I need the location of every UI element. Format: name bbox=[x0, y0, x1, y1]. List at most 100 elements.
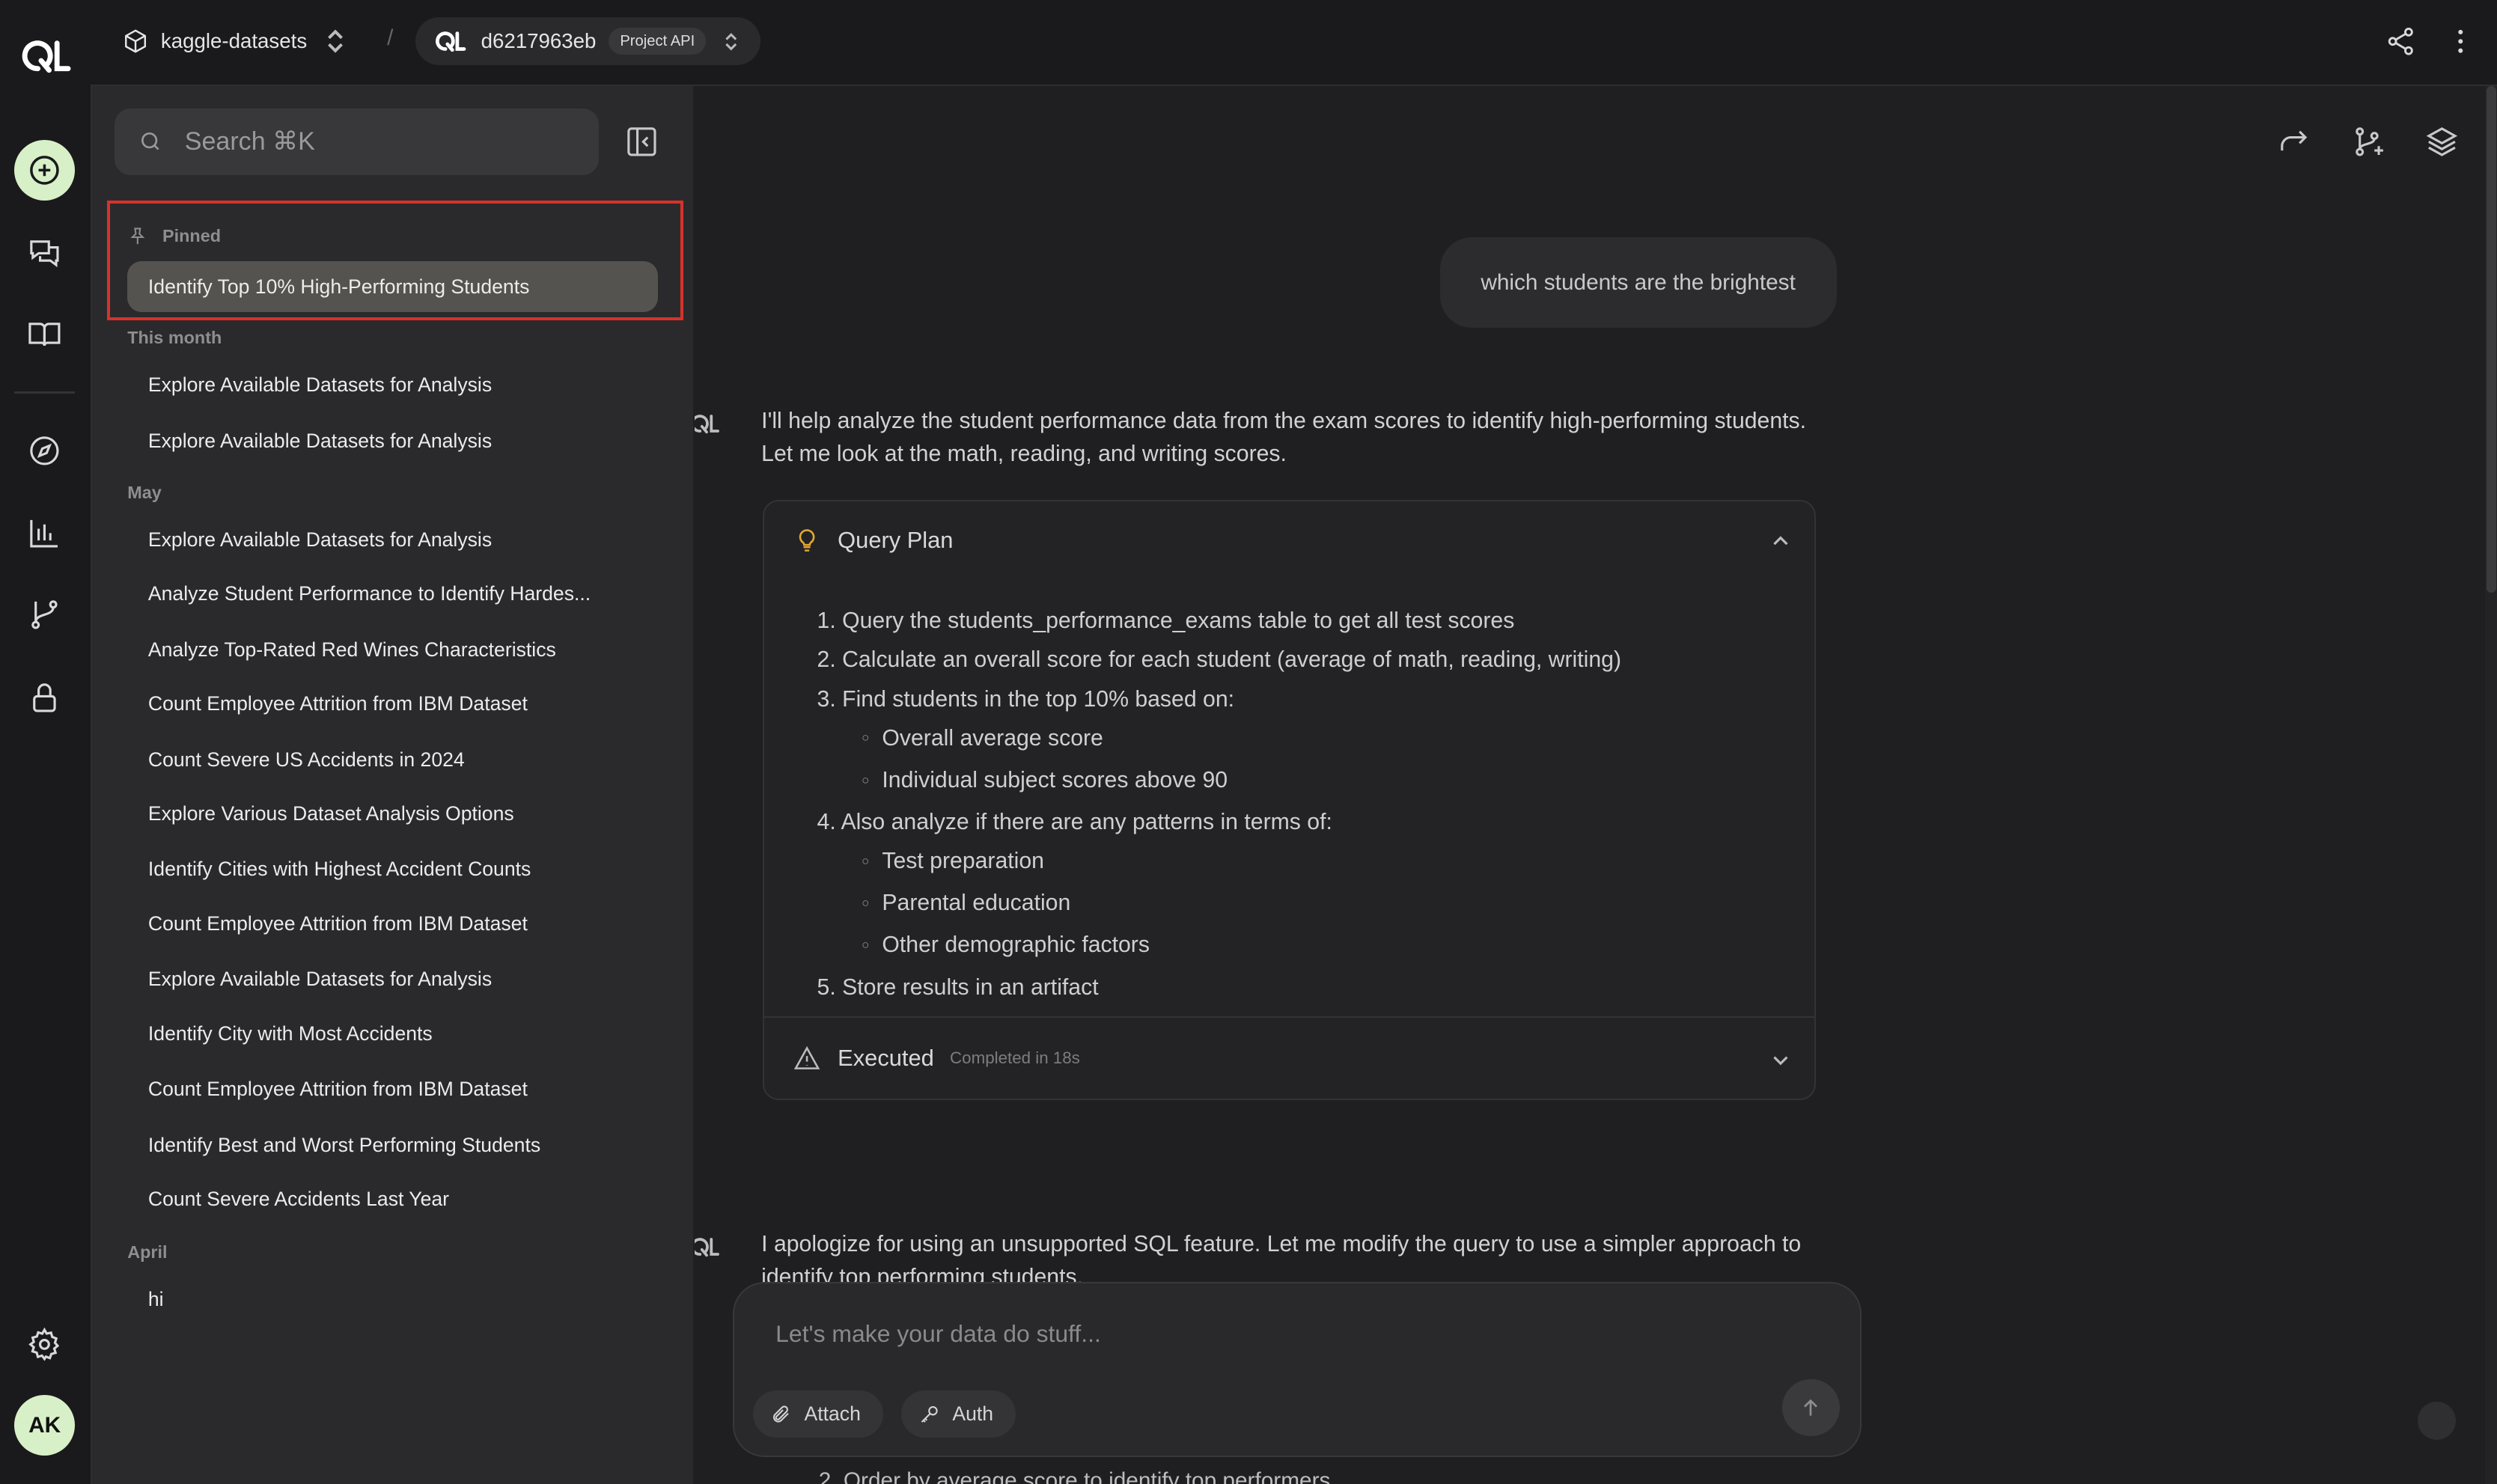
auth-button[interactable]: Auth bbox=[901, 1390, 1016, 1438]
pinned-section-label: Pinned bbox=[127, 226, 221, 247]
paperclip-icon bbox=[772, 1405, 789, 1423]
chat-item[interactable]: Analyze Student Performance to Identify … bbox=[127, 569, 658, 620]
lock-icon bbox=[33, 683, 56, 712]
search-input[interactable] bbox=[181, 125, 570, 158]
layers-icon bbox=[2426, 127, 2457, 156]
assistant-logo-icon bbox=[694, 1238, 720, 1257]
chevron-up-icon[interactable] bbox=[1769, 530, 1792, 552]
analytics-nav-button[interactable] bbox=[14, 503, 75, 564]
library-nav-button[interactable] bbox=[14, 304, 75, 364]
collapse-sidebar-icon[interactable] bbox=[624, 124, 659, 159]
redo-arrow-icon bbox=[2281, 130, 2308, 151]
chat-item[interactable]: Identify City with Most Accidents bbox=[127, 1008, 658, 1059]
key-icon bbox=[921, 1405, 938, 1423]
chat-bubbles-icon bbox=[30, 240, 59, 268]
plan-step: 5. Store results in an artifact bbox=[817, 974, 1099, 1000]
chat-item[interactable]: Count Severe Accidents Last Year bbox=[127, 1173, 658, 1224]
chat-item[interactable]: Count Employee Attrition from IBM Datase… bbox=[127, 898, 658, 949]
plan-step: 3. Find students in the top 10% based on… bbox=[817, 686, 1235, 712]
plan-substep: Test preparation bbox=[817, 842, 1621, 884]
chevron-down-icon[interactable] bbox=[1769, 1049, 1792, 1072]
user-message: which students are the brightest bbox=[1439, 237, 1837, 329]
project-name: d6217963eb bbox=[481, 29, 597, 53]
user-avatar[interactable]: AK bbox=[14, 1395, 75, 1456]
execution-duration: Completed in 18s bbox=[950, 1048, 1080, 1067]
search-icon bbox=[141, 132, 159, 150]
chat-scrollbar[interactable] bbox=[2484, 85, 2497, 1484]
settings-button[interactable] bbox=[14, 1314, 75, 1375]
query-plan-header[interactable]: Query Plan bbox=[793, 527, 953, 554]
plan-substep: Other demographic factors bbox=[817, 926, 1621, 968]
plan-step: 1. Query the students_performance_exams … bbox=[817, 608, 1515, 634]
send-button[interactable] bbox=[1782, 1378, 1840, 1437]
assistant-logo-icon bbox=[694, 415, 720, 434]
branch-button[interactable] bbox=[2351, 124, 2389, 162]
top-header: kaggle-datasets / d6217963eb Project API bbox=[91, 0, 2497, 86]
chat-item[interactable]: Count Employee Attrition from IBM Datase… bbox=[127, 1063, 658, 1114]
search-box[interactable] bbox=[115, 108, 600, 176]
card-divider bbox=[764, 1016, 1814, 1018]
warning-triangle-icon bbox=[793, 1045, 820, 1069]
nav-rail: AK bbox=[0, 0, 93, 1484]
chat-item[interactable]: Analyze Top-Rated Red Wines Characterist… bbox=[127, 624, 658, 675]
pin-icon bbox=[130, 228, 145, 245]
cube-icon bbox=[124, 29, 146, 53]
plus-circle-icon bbox=[30, 156, 59, 185]
workspace-selector[interactable]: kaggle-datasets bbox=[123, 17, 362, 65]
chat-history-sidebar: Pinned Identify Top 10% High-Performing … bbox=[92, 85, 693, 1484]
chat-item[interactable]: Explore Available Datasets for Analysis bbox=[127, 954, 658, 1005]
more-options-button[interactable] bbox=[2442, 22, 2480, 61]
query-plan-steps: 1. Query the students_performance_exams … bbox=[817, 602, 1621, 1007]
execution-status-header[interactable]: Executed Completed in 18s bbox=[793, 1045, 1080, 1072]
app-logo[interactable] bbox=[17, 35, 71, 76]
chat-item[interactable]: hi bbox=[127, 1274, 658, 1325]
message-input[interactable] bbox=[772, 1316, 1735, 1362]
project-logo-icon bbox=[435, 31, 466, 52]
status-indicator-dot[interactable] bbox=[2418, 1401, 2457, 1440]
section-label-april: April bbox=[127, 1242, 168, 1262]
chat-item[interactable]: Explore Available Datasets for Analysis bbox=[127, 415, 658, 466]
new-chat-button[interactable] bbox=[14, 140, 75, 201]
plan-substep: Overall average score bbox=[817, 719, 1621, 761]
explore-nav-button[interactable] bbox=[14, 421, 75, 481]
message-peek-text: 2. Order by average score to identify to… bbox=[818, 1468, 1331, 1484]
chat-item-pinned[interactable]: Identify Top 10% High-Performing Student… bbox=[127, 260, 658, 313]
chat-item[interactable]: Identify Best and Worst Performing Stude… bbox=[127, 1120, 658, 1170]
chat-item[interactable]: Explore Various Dataset Analysis Options bbox=[127, 788, 658, 839]
workflows-nav-button[interactable] bbox=[14, 584, 75, 645]
chat-item[interactable]: Identify Cities with Highest Accident Co… bbox=[127, 844, 658, 895]
plan-substep: Individual subject scores above 90 bbox=[817, 761, 1621, 803]
attach-button[interactable]: Attach bbox=[753, 1390, 883, 1438]
chat-item[interactable]: Count Severe US Accidents in 2024 bbox=[127, 734, 658, 785]
chat-item[interactable]: Explore Available Datasets for Analysis bbox=[127, 360, 658, 411]
chevron-up-down-icon bbox=[725, 32, 737, 50]
arrow-up-icon bbox=[1804, 1399, 1818, 1416]
layers-button[interactable] bbox=[2424, 124, 2463, 162]
security-nav-button[interactable] bbox=[14, 668, 75, 728]
assistant-message: I'll help analyze the student performanc… bbox=[761, 408, 1807, 467]
chat-item[interactable]: Count Employee Attrition from IBM Datase… bbox=[127, 679, 658, 730]
compass-icon bbox=[30, 436, 59, 465]
git-branch-icon bbox=[31, 600, 58, 629]
branch-plus-icon bbox=[2356, 127, 2383, 156]
chevron-up-down-icon bbox=[328, 29, 344, 53]
breadcrumb-separator: / bbox=[387, 25, 394, 51]
message-composer: Attach Auth bbox=[732, 1282, 1862, 1457]
scrollbar-thumb[interactable] bbox=[2486, 85, 2496, 593]
plan-substep: Parental education bbox=[817, 884, 1621, 926]
chats-nav-button[interactable] bbox=[14, 223, 75, 284]
workspace-name: kaggle-datasets bbox=[160, 29, 308, 53]
share-button[interactable] bbox=[2381, 22, 2419, 61]
plan-step: 4. Also analyze if there are any pattern… bbox=[817, 809, 1332, 834]
chat-main: which students are the brightest I'll he… bbox=[694, 85, 2497, 1484]
project-selector[interactable]: d6217963eb Project API bbox=[415, 17, 760, 66]
share-icon bbox=[2388, 28, 2413, 55]
section-label-this-month: This month bbox=[127, 328, 222, 348]
project-badge: Project API bbox=[609, 28, 707, 55]
gear-icon bbox=[28, 1327, 60, 1361]
vertical-dots-icon bbox=[2458, 29, 2463, 53]
section-label-may: May bbox=[127, 482, 162, 502]
book-icon bbox=[28, 323, 61, 346]
forward-button[interactable] bbox=[2276, 124, 2314, 162]
chat-item[interactable]: Explore Available Datasets for Analysis bbox=[127, 514, 658, 565]
